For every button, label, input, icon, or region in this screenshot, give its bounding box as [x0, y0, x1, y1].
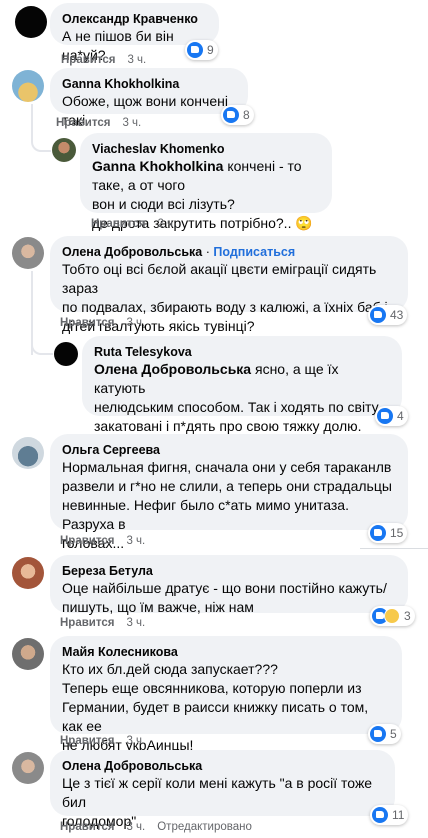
comment-author[interactable]: Береза Бетула [62, 563, 396, 579]
comment-text: Теперь еще овсянникова, которую поперли … [62, 680, 362, 696]
avatar[interactable] [12, 70, 44, 102]
comment-text: Нормальная фигня, сначала они у себя тар… [62, 459, 392, 475]
author-link[interactable]: Олена Добровольська [62, 245, 202, 259]
like-icon [370, 307, 386, 323]
comment-text: пишуть, що їм важче, ніж нам [62, 599, 254, 615]
comment-author: Олена Добровольська · Подписаться [62, 245, 296, 259]
comment-meta: Нравится 2 ч. [91, 218, 188, 230]
like-button[interactable]: Нравится [61, 54, 115, 66]
like-icon [370, 726, 386, 742]
reaction-count[interactable]: 15 [368, 523, 408, 543]
like-button[interactable]: Нравится [60, 535, 114, 547]
comment-bubble: Олена Добровольська · Подписаться Тобто … [50, 236, 408, 334]
like-icon [187, 42, 203, 58]
reaction-count[interactable]: 4 [375, 406, 408, 426]
avatar[interactable] [12, 557, 44, 589]
like-icon [223, 107, 239, 123]
like-button[interactable]: Нравится [56, 117, 110, 129]
comment-text: Олена Добровольська ясно, а ще їх катуют… [94, 361, 339, 396]
mention[interactable]: Олена Добровольська [94, 361, 251, 377]
reaction-count[interactable]: 5 [368, 724, 401, 744]
comment-bubble: Ruta Telesykova Олена Добровольська ясно… [82, 336, 402, 434]
reaction-count[interactable]: 3 [370, 606, 415, 626]
comment-meta: Нравится 3 ч. Отредактировано [60, 821, 252, 833]
avatar[interactable] [52, 138, 76, 162]
like-icon [377, 408, 393, 424]
comment-meta: Нравится 3 ч. [60, 317, 157, 329]
comment-text: Германии, будет в раисси книжку писать о… [62, 699, 369, 734]
avatar[interactable] [12, 638, 44, 670]
comment-text: вон и сюди всі лізуть? [92, 196, 235, 212]
like-icon [372, 807, 388, 823]
avatar[interactable] [54, 342, 78, 366]
comment-author[interactable]: Ganna Khokholkina [62, 76, 236, 92]
comment-text: невинные. Нефиг было с*ать мимо унитаза.… [62, 497, 349, 532]
mention[interactable]: Ganna Khokholkina [92, 158, 223, 174]
comment-bubble: Олена Добровольська Це з тієї ж серії ко… [50, 750, 395, 829]
thread-line [31, 104, 33, 134]
like-button[interactable]: Нравится [60, 821, 114, 833]
comment-author[interactable]: Олена Добровольська [62, 758, 383, 774]
thread-line [31, 134, 51, 152]
reaction-count[interactable]: 43 [368, 305, 408, 325]
like-button[interactable]: Нравится [60, 735, 114, 747]
comment-bubble: Майя Колесникова Кто их бл.дей сюда запу… [50, 636, 402, 753]
comment-bubble: Олександр Кравченко А не пішов би він на… [50, 3, 219, 63]
comment-meta: Нравится 3 ч. [56, 117, 153, 129]
reaction-count[interactable]: 11 [370, 805, 409, 825]
timestamp[interactable]: 3 ч. [126, 535, 145, 547]
follow-button[interactable]: Подписаться [213, 245, 295, 259]
comment-author[interactable]: Майя Колесникова [62, 644, 390, 660]
like-button[interactable]: Нравится [91, 218, 145, 230]
reaction-count[interactable]: 8 [221, 105, 254, 125]
timestamp[interactable]: 2 ч. [157, 218, 176, 230]
comment-bubble: Ольга Сергеева Нормальная фигня, сначала… [50, 434, 408, 551]
like-icon [370, 525, 386, 541]
thread-line [31, 339, 53, 355]
avatar[interactable] [12, 752, 44, 784]
comment-text: Оце найбільше дратує - що вони постійно … [62, 580, 387, 596]
like-button[interactable]: Нравится [60, 617, 114, 629]
avatar[interactable] [12, 237, 44, 269]
comment-author[interactable]: Ольга Сергеева [62, 442, 396, 458]
like-button[interactable]: Нравится [60, 317, 114, 329]
edited-label: Отредактировано [157, 821, 252, 833]
comment-meta: Нравится 3 ч. [60, 535, 157, 547]
timestamp[interactable]: 3 ч. [122, 117, 141, 129]
comment-meta: Нравится 3 ч. [60, 735, 157, 747]
timestamp[interactable]: 3 ч. [126, 317, 145, 329]
timestamp[interactable]: 3 ч. [126, 735, 145, 747]
comment-bubble: Ganna Khokholkina Обоже, щож вони кончен… [50, 68, 248, 128]
comment-text: Це з тієї ж серії коли мені кажуть "а в … [62, 775, 373, 810]
comment-author[interactable]: Олександр Кравченко [62, 11, 207, 27]
timestamp[interactable]: 3 ч. [127, 54, 146, 66]
comment-text: Ganna Khokholkina кончені - то таке, а о… [92, 158, 302, 193]
comment-author[interactable]: Viacheslav Khomenko [92, 141, 320, 157]
comment-meta: Нравится 3 ч. [60, 617, 157, 629]
comment-text: Кто их бл.дей сюда запускает??? [62, 661, 278, 677]
comment-meta: Нравится 3 ч. [61, 54, 158, 66]
avatar[interactable] [15, 6, 47, 38]
comment-text: по подвалах, збирають воду з калюжі, а ї… [62, 299, 388, 315]
reaction-count[interactable]: 9 [185, 40, 218, 60]
haha-icon [384, 608, 400, 624]
comment-text: развели и г*но не слили, а теперь они ст… [62, 478, 392, 494]
comment-author[interactable]: Ruta Telesykova [94, 344, 390, 360]
comment-bubble: Береза Бетула Оце найбільше дратує - що … [50, 555, 408, 615]
comment-text: Тобто оці всі бєлой акації цвєти еміграц… [62, 261, 377, 296]
comment-text: нелюдським способом. Так і ходять по сві… [94, 399, 379, 415]
comment-bubble: Viacheslav Khomenko Ganna Khokholkina ко… [80, 133, 332, 231]
avatar[interactable] [12, 437, 44, 469]
divider [360, 548, 428, 549]
timestamp[interactable]: 3 ч. [126, 617, 145, 629]
timestamp[interactable]: 3 ч. [126, 821, 145, 833]
